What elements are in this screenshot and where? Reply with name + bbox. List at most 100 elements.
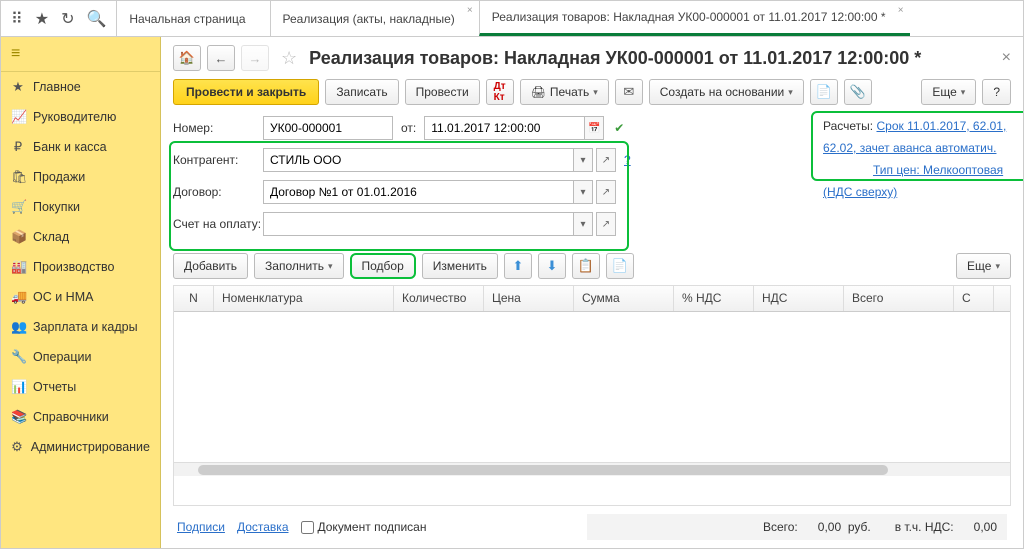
items-grid[interactable]: N Номенклатура Количество Цена Сумма % Н… (173, 285, 1011, 506)
sidebar-item-assets[interactable]: 🚚ОС и НМА (1, 282, 160, 312)
total-label: Всего: (763, 520, 798, 534)
gear-icon: ⚙ (11, 439, 23, 455)
col-total[interactable]: Всего (844, 286, 954, 311)
posted-icon: ✔ (614, 121, 624, 135)
sidebar-item-salary[interactable]: 👥Зарплата и кадры (1, 312, 160, 342)
number-input[interactable] (263, 116, 393, 140)
col-vat[interactable]: НДС (754, 286, 844, 311)
counterparty-help[interactable]: ? (624, 153, 631, 167)
move-up-button[interactable]: ⬆ (504, 253, 532, 279)
post-button[interactable]: Провести (405, 79, 480, 105)
counterparty-input[interactable] (263, 148, 573, 172)
table-more-button[interactable]: Еще (956, 253, 1011, 279)
sidebar-item-production[interactable]: 🏭Производство (1, 252, 160, 282)
total-value: 0,00 (818, 520, 841, 534)
sidebar-item-manager[interactable]: 📈Руководителю (1, 102, 160, 132)
post-and-close-button[interactable]: Провести и закрыть (173, 79, 319, 105)
doc-signed-checkbox[interactable] (301, 521, 314, 534)
number-label: Номер: (173, 121, 263, 135)
contract-input[interactable] (263, 180, 573, 204)
col-s[interactable]: С (954, 286, 994, 311)
pick-button[interactable]: Подбор (350, 253, 416, 279)
close-icon[interactable]: × (898, 5, 904, 16)
chart-icon: 📈 (11, 109, 25, 125)
dropdown-icon[interactable]: ▾ (573, 180, 593, 204)
attach-button[interactable]: 📎 (844, 79, 872, 105)
paste-button[interactable]: 📄 (606, 253, 634, 279)
move-down-button[interactable]: ⬇ (538, 253, 566, 279)
signatures-link[interactable]: Подписи (177, 520, 225, 534)
cart-icon: 🛒 (11, 199, 25, 215)
col-sum[interactable]: Сумма (574, 286, 674, 311)
print-button[interactable]: 🖨Печать (520, 79, 609, 105)
open-icon[interactable]: ↗ (596, 180, 616, 204)
col-nomenclature[interactable]: Номенклатура (214, 286, 394, 311)
grid-body[interactable] (174, 312, 1010, 462)
close-button[interactable]: × (1002, 49, 1011, 67)
sidebar-item-refs[interactable]: 📚Справочники (1, 402, 160, 432)
tab-home[interactable]: Начальная страница (116, 1, 269, 36)
more-button[interactable]: Еще (921, 79, 976, 105)
truck-icon: 🚚 (11, 289, 25, 305)
save-button[interactable]: Записать (325, 79, 398, 105)
price-type-link[interactable]: Тип цен: Мелкооптовая (НДС сверху) (823, 163, 1003, 199)
sidebar: ≡ ★Главное 📈Руководителю ₽Банк и касса 🛍… (1, 37, 161, 548)
coin-icon: ₽ (11, 139, 25, 155)
sidebar-item-main[interactable]: ★Главное (1, 72, 160, 102)
dt-kt-button[interactable]: ДтКт (486, 79, 514, 105)
forward-button[interactable]: → (241, 45, 269, 71)
history-icon[interactable]: ↻ (61, 9, 74, 29)
report-icon: 📊 (11, 379, 25, 395)
invoice-input[interactable] (263, 212, 573, 236)
contract-label: Договор: (173, 185, 263, 199)
menu-icon[interactable]: ≡ (11, 45, 20, 62)
date-input[interactable] (424, 116, 584, 140)
sidebar-item-reports[interactable]: 📊Отчеты (1, 372, 160, 402)
search-icon[interactable]: 🔍 (86, 9, 106, 29)
book-icon: 📚 (11, 409, 25, 425)
col-vat-pct[interactable]: % НДС (674, 286, 754, 311)
col-price[interactable]: Цена (484, 286, 574, 311)
vat-label: в т.ч. НДС: (895, 520, 954, 534)
apps-icon[interactable]: ⠿ (11, 9, 23, 29)
doc-signed-label: Документ подписан (318, 520, 427, 534)
calc-label: Расчеты: (823, 119, 873, 133)
dropdown-icon[interactable]: ▾ (573, 148, 593, 172)
open-icon[interactable]: ↗ (596, 212, 616, 236)
h-scrollbar[interactable] (174, 462, 1010, 476)
sidebar-item-warehouse[interactable]: 📦Склад (1, 222, 160, 252)
files-button[interactable]: 📄 (810, 79, 838, 105)
calendar-icon[interactable]: 📅 (584, 116, 604, 140)
box-icon: 📦 (11, 229, 25, 245)
tab-document[interactable]: Реализация товаров: Накладная УК00-00000… (479, 1, 910, 36)
edit-button[interactable]: Изменить (422, 253, 498, 279)
sidebar-item-admin[interactable]: ⚙Администрирование (1, 432, 160, 462)
star-icon[interactable]: ★ (35, 9, 49, 29)
help-button[interactable]: ? (982, 79, 1011, 105)
fill-button[interactable]: Заполнить (254, 253, 343, 279)
counterparty-label: Контрагент: (173, 153, 263, 167)
tab-sales-list[interactable]: Реализация (акты, накладные)× (270, 1, 479, 36)
bag-icon: 🛍 (11, 169, 25, 185)
star-icon: ★ (11, 79, 25, 95)
invoice-label: Счет на оплату: (173, 217, 263, 231)
sidebar-item-sales[interactable]: 🛍Продажи (1, 162, 160, 192)
col-n[interactable]: N (174, 286, 214, 311)
dropdown-icon[interactable]: ▾ (573, 212, 593, 236)
back-button[interactable]: ← (207, 45, 235, 71)
favorite-icon[interactable]: ☆ (281, 48, 297, 69)
copy-button[interactable]: 📋 (572, 253, 600, 279)
open-icon[interactable]: ↗ (596, 148, 616, 172)
home-button[interactable]: 🏠 (173, 45, 201, 71)
add-button[interactable]: Добавить (173, 253, 248, 279)
sidebar-item-operations[interactable]: 🔧Операции (1, 342, 160, 372)
create-based-button[interactable]: Создать на основании (649, 79, 804, 105)
sidebar-item-bank[interactable]: ₽Банк и касса (1, 132, 160, 162)
people-icon: 👥 (11, 319, 25, 335)
delivery-link[interactable]: Доставка (237, 520, 289, 534)
sidebar-item-purchases[interactable]: 🛒Покупки (1, 192, 160, 222)
email-button[interactable]: ✉ (615, 79, 643, 105)
vat-value: 0,00 (974, 520, 997, 534)
close-icon[interactable]: × (467, 5, 473, 16)
col-qty[interactable]: Количество (394, 286, 484, 311)
